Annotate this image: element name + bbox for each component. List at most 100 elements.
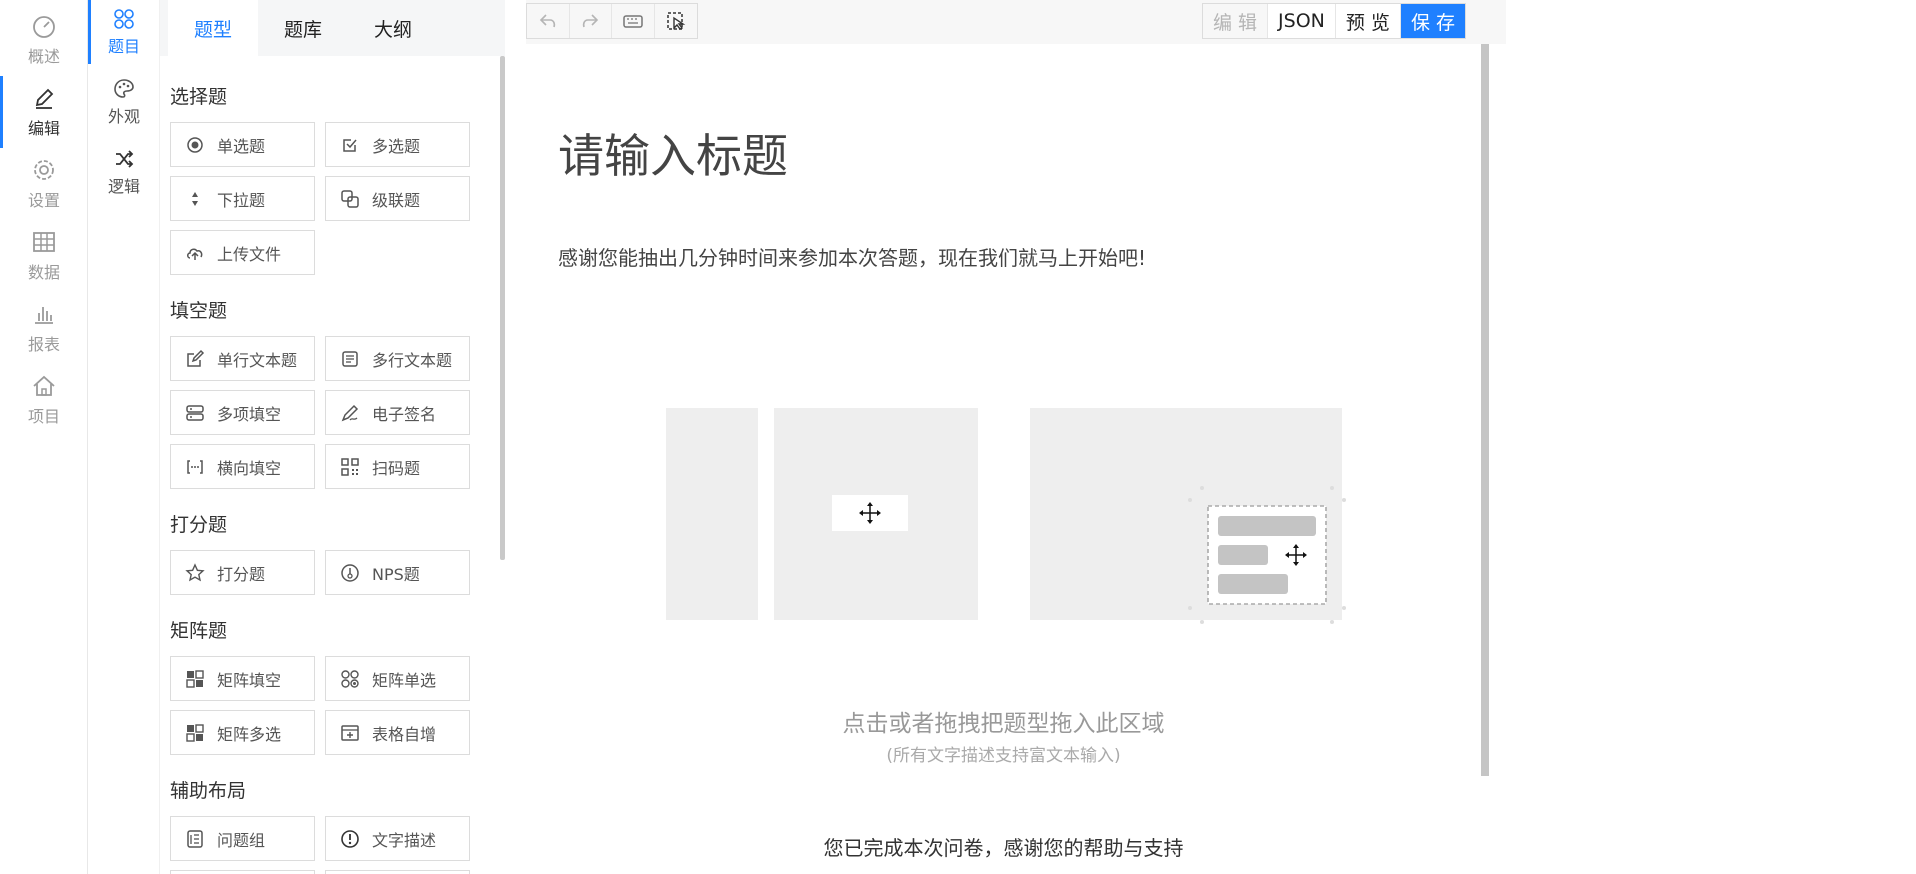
- group-title-matrix: 矩阵题: [170, 620, 228, 642]
- cascade-icon: [341, 189, 359, 208]
- undo-button[interactable]: [527, 4, 570, 38]
- survey-description[interactable]: 感谢您能抽出几分钟时间来参加本次答题，现在我们就马上开始吧!: [558, 242, 1146, 271]
- tab-outline[interactable]: 大纲: [348, 0, 438, 56]
- multiline-icon: [342, 350, 358, 367]
- qtype-label: 多行文本题: [372, 350, 453, 370]
- tab-question-types[interactable]: 题型: [168, 0, 258, 56]
- subnav-item-appearance[interactable]: 外观: [88, 70, 160, 134]
- keyboard-button[interactable]: [612, 4, 655, 38]
- edit-mode-button[interactable]: 编 辑: [1203, 4, 1269, 38]
- qtype-label: 横向填空: [217, 458, 282, 478]
- subnav-label: 逻辑: [107, 177, 140, 196]
- primary-nav: 概述 编辑 设置 数据 报表 项目: [0, 0, 88, 874]
- qtype-text-description[interactable]: 文字描述: [325, 816, 470, 861]
- nav-item-report[interactable]: 报表: [0, 292, 88, 364]
- group-title-rating: 打分题: [170, 514, 228, 536]
- qtype-label: 电子签名: [372, 404, 437, 424]
- nav-item-overview[interactable]: 概述: [0, 4, 88, 76]
- drop-zone-subhint: (所有文字描述支持富文本输入): [886, 746, 1121, 766]
- finish-message[interactable]: 您已完成本次问卷，感谢您的帮助与支持: [526, 832, 1481, 861]
- pencil-box-icon: [187, 349, 205, 367]
- upload-icon: [187, 248, 203, 260]
- group-title-fill: 填空题: [170, 300, 228, 322]
- info-icon: [341, 829, 359, 848]
- matrix-radio-icon: [341, 669, 359, 688]
- subnav-item-logic[interactable]: 逻辑: [88, 140, 160, 204]
- gear-icon: [34, 160, 54, 180]
- qtype-upload[interactable]: 上传文件: [170, 230, 315, 275]
- secondary-nav: 题目 外观 逻辑: [88, 0, 160, 874]
- qtype-rating[interactable]: 打分题: [170, 550, 315, 595]
- qtype-matrix-fill[interactable]: 矩阵填空: [170, 656, 315, 701]
- qtype-cascade[interactable]: 级联题: [325, 176, 470, 221]
- save-button[interactable]: 保 存: [1400, 4, 1465, 38]
- palette-icon: [114, 79, 134, 98]
- editor-area: 编 辑 JSON 预 览 保 存 请输入标题 感谢您能抽出几分钟时间来参加本次答…: [526, 0, 1506, 874]
- subnav-label: 题目: [107, 37, 140, 56]
- app-root: 概述 编辑 设置 数据 报表 项目 题目 外观 逻辑 题型 题库 大纲 选择题 …: [0, 0, 1916, 874]
- nav-item-edit[interactable]: 编辑: [0, 76, 88, 148]
- nav-label: 设置: [27, 191, 60, 210]
- qtype-nps[interactable]: NPS题: [325, 550, 470, 595]
- drag-drop-illustration[interactable]: [666, 400, 1356, 640]
- qtype-matrix-radio[interactable]: 矩阵单选: [325, 656, 470, 701]
- nav-item-project[interactable]: 项目: [0, 364, 88, 436]
- qtype-label: 单行文本题: [217, 350, 298, 370]
- qtype-more-right[interactable]: [325, 870, 470, 874]
- history-toolbar: [526, 3, 698, 39]
- signature-icon: [341, 404, 359, 421]
- edit-icon: [35, 88, 54, 109]
- qtype-multi-fill[interactable]: 多项填空: [170, 390, 315, 435]
- qtype-label: 单选题: [217, 136, 266, 156]
- qtype-label: 文字描述: [372, 830, 437, 850]
- json-button[interactable]: JSON: [1268, 4, 1336, 38]
- qtype-label: 矩阵单选: [372, 670, 437, 690]
- redo-button[interactable]: [570, 4, 612, 38]
- matrix-checkbox-icon: [186, 723, 204, 742]
- dropdown-icon: [192, 191, 198, 206]
- multi-fill-icon: [186, 404, 204, 421]
- qtype-horizontal-fill[interactable]: 横向填空: [170, 444, 315, 489]
- preview-button[interactable]: 预 览: [1336, 4, 1401, 38]
- qtype-label: 打分题: [217, 564, 266, 584]
- action-toolbar: 编 辑 JSON 预 览 保 存: [1202, 3, 1466, 39]
- matrix-fill-icon: [186, 669, 204, 688]
- group-title-choice: 选择题: [170, 86, 228, 108]
- cursor-button[interactable]: [655, 4, 697, 38]
- qtype-signature[interactable]: 电子签名: [325, 390, 470, 435]
- checkbox-icon: [343, 138, 357, 152]
- qtype-multi-choice[interactable]: 多选题: [325, 122, 470, 167]
- nav-item-settings[interactable]: 设置: [0, 148, 88, 220]
- drop-zone-hint: 点击或者拖拽把题型拖入此区域: [842, 711, 1165, 737]
- qtype-label: NPS题: [372, 564, 420, 584]
- qtype-multi-line[interactable]: 多行文本题: [325, 336, 470, 381]
- cursor-icon: [666, 12, 686, 30]
- nav-label: 报表: [27, 335, 60, 354]
- tab-question-bank[interactable]: 题库: [258, 0, 348, 56]
- qtype-dropdown[interactable]: 下拉题: [170, 176, 315, 221]
- nav-label: 项目: [27, 407, 60, 426]
- qtype-more-left[interactable]: [170, 870, 315, 874]
- qtype-question-group[interactable]: 问题组: [170, 816, 315, 861]
- apps-icon: [114, 9, 134, 29]
- question-type-panel: 题型 题库 大纲 选择题 单选题 多选题 下拉题 级联题 上传文件 填空题 单行…: [160, 0, 505, 874]
- star-icon: [185, 562, 205, 581]
- nav-item-data[interactable]: 数据: [0, 220, 88, 292]
- subnav-item-questions[interactable]: 题目: [88, 0, 160, 64]
- subnav-label: 外观: [107, 107, 140, 126]
- undo-icon: [539, 14, 555, 28]
- qtype-table-add[interactable]: 表格自增: [325, 710, 470, 755]
- qtype-matrix-checkbox[interactable]: 矩阵多选: [170, 710, 315, 755]
- qtype-label: 表格自增: [372, 724, 437, 744]
- qtype-single-choice[interactable]: 单选题: [170, 122, 315, 167]
- qtype-scan[interactable]: 扫码题: [325, 444, 470, 489]
- redo-icon: [583, 14, 599, 28]
- nav-label: 数据: [27, 263, 60, 282]
- qtype-label: 多项填空: [217, 404, 282, 424]
- qtype-label: 矩阵填空: [217, 670, 282, 690]
- survey-title[interactable]: 请输入标题: [558, 120, 788, 186]
- qtype-single-line[interactable]: 单行文本题: [170, 336, 315, 381]
- nav-label: 编辑: [27, 119, 60, 138]
- panel-scrollbar[interactable]: [500, 56, 505, 560]
- canvas-scrollbar[interactable]: [1481, 44, 1489, 776]
